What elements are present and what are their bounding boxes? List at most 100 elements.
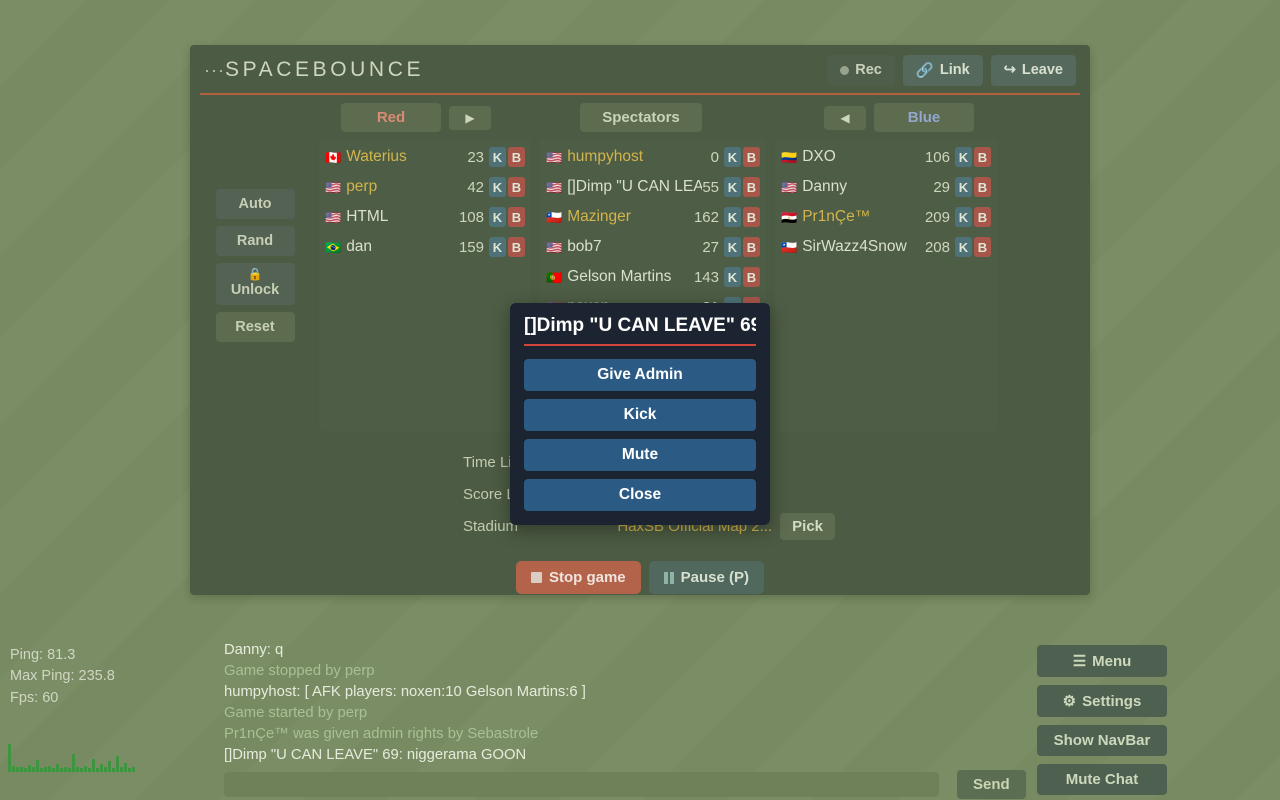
leave-button[interactable]: ↪ Leave (990, 54, 1076, 86)
country-flag-icon: 🇪🇬 (781, 209, 798, 225)
kick-badge[interactable]: K (724, 207, 741, 227)
pick-stadium-button[interactable]: Pick (780, 512, 835, 540)
player-row[interactable]: 🇺🇸[]Dimp "U CAN LEAVE" 6955 KB (546, 172, 760, 202)
kick-badge[interactable]: K (955, 237, 972, 257)
player-row[interactable]: 🇺🇸 bob7 27 K B (546, 232, 760, 262)
menu-button[interactable]: ☰ Menu (1037, 645, 1167, 677)
player-row[interactable]: 🇵🇹 Gelson Martins 143 K B (546, 262, 760, 292)
ban-badge[interactable]: B (743, 177, 760, 197)
move-to-red-icon[interactable]: ▶ (449, 105, 491, 130)
mute-chat-button[interactable]: Mute Chat (1037, 764, 1167, 795)
country-flag-icon: 🇺🇸 (781, 179, 798, 195)
rec-button[interactable]: Rec (827, 54, 895, 86)
chat-message: humpyhost: [ AFK players: noxen:10 Gelso… (224, 684, 586, 700)
kick-badge[interactable]: K (724, 237, 741, 257)
ping-bar (60, 768, 63, 772)
room-name: SPACEBOUNCE (224, 58, 425, 81)
ban-badge[interactable]: B (974, 177, 991, 197)
link-icon: 🔗 (915, 62, 934, 79)
pause-game-button[interactable]: Pause (P) (648, 561, 765, 594)
ban-badge[interactable]: B (974, 237, 991, 257)
player-row[interactable]: 🇧🇷 dan 159 K B (325, 232, 525, 262)
send-button[interactable]: Send (957, 770, 1026, 799)
chat-message: Danny: q (224, 642, 284, 658)
kick-badge[interactable]: K (724, 267, 741, 287)
ping-bar (108, 761, 111, 772)
ping-bar (40, 768, 43, 772)
ban-badge[interactable]: B (508, 207, 525, 227)
ping-bar (12, 766, 15, 772)
player-ping: 108 (458, 208, 484, 226)
settings-button[interactable]: ⚙ Settings (1037, 685, 1167, 717)
kick-badge[interactable]: K (489, 207, 506, 227)
kick-badge[interactable]: K (489, 237, 506, 257)
ban-badge[interactable]: B (743, 147, 760, 167)
ban-badge[interactable]: B (743, 267, 760, 287)
player-row[interactable]: 🇺🇸 perp 42 K B (325, 172, 525, 202)
player-row[interactable]: 🇺🇸 humpyhost 0 K B (546, 142, 760, 172)
player-badges: KB (955, 207, 991, 227)
blue-team-button[interactable]: Blue (874, 103, 974, 132)
ping-bar (52, 768, 55, 772)
unlock-button[interactable]: 🔒 Unlock (215, 263, 295, 306)
player-row[interactable]: 🇨🇦 Waterius 23 K B (325, 142, 525, 172)
player-row[interactable]: 🇨🇱 Mazinger 162 K B (546, 202, 760, 232)
ban-badge[interactable]: B (743, 237, 760, 257)
ping-bar (104, 767, 107, 772)
player-row[interactable]: 🇺🇸 Danny 29 K B (781, 172, 991, 202)
ping-bar (76, 767, 79, 772)
kick-badge[interactable]: K (955, 177, 972, 197)
player-badges: KB (724, 147, 760, 167)
stop-game-button[interactable]: Stop game (515, 561, 641, 594)
ban-badge[interactable]: B (974, 147, 991, 167)
menu-label: Menu (1092, 652, 1132, 670)
kick-badge[interactable]: K (955, 147, 972, 167)
ban-badge[interactable]: B (974, 207, 991, 227)
move-to-blue-icon[interactable]: ◀ (824, 105, 866, 130)
kick-badge[interactable]: K (955, 207, 972, 227)
ban-badge[interactable]: B (743, 207, 760, 227)
ping-bar (64, 767, 67, 772)
player-row[interactable]: 🇨🇴 DXO 106 K B (781, 142, 991, 172)
ping-bar (128, 768, 131, 772)
player-badges: KB (724, 237, 760, 257)
chat-input[interactable] (224, 772, 939, 797)
player-ping: 55 (702, 178, 719, 196)
country-flag-icon: 🇺🇸 (546, 179, 563, 195)
pause-bars-icon (663, 571, 674, 584)
ping-bar (112, 768, 115, 772)
ping-bar (124, 763, 127, 772)
reset-button[interactable]: Reset (215, 312, 295, 343)
close-button[interactable]: Close (524, 479, 756, 511)
kick-badge[interactable]: K (724, 147, 741, 167)
player-action-modal: []Dimp "U CAN LEAVE" 69 Give Admin Kick … (510, 303, 770, 525)
country-flag-icon: 🇺🇸 (546, 149, 563, 165)
ban-badge[interactable]: B (508, 177, 525, 197)
red-team-button[interactable]: Red (341, 103, 441, 132)
auto-button[interactable]: Auto (215, 189, 295, 219)
show-navbar-button[interactable]: Show NavBar (1037, 725, 1167, 756)
kick-badge[interactable]: K (489, 147, 506, 167)
link-button[interactable]: 🔗 Link (902, 54, 983, 86)
ban-badge[interactable]: B (508, 147, 525, 167)
team-controls: Auto Rand 🔒 Unlock Reset (200, 139, 310, 431)
spectators-button[interactable]: Spectators (580, 103, 702, 132)
room-header: ···SPACEBOUNCE Rec 🔗 Link ↪ Leave (190, 45, 1090, 95)
kick-badge[interactable]: K (489, 177, 506, 197)
ping-bar (116, 756, 119, 772)
player-row[interactable]: 🇪🇬 Pr1nÇe™ 209 K B (781, 202, 991, 232)
teams-header: Red ▶ Spectators ◀ Blue (190, 95, 1090, 132)
ping-bar (88, 768, 91, 772)
mute-button[interactable]: Mute (524, 439, 756, 471)
player-row[interactable]: 🇨🇱 SirWazz4Snow 208 K B (781, 232, 991, 262)
kick-badge[interactable]: K (724, 177, 741, 197)
ping-bar (56, 764, 59, 772)
ping-bar (16, 767, 19, 772)
player-row[interactable]: 🇺🇸 HTML 108 K B (325, 202, 525, 232)
player-ping: 159 (458, 238, 484, 256)
give-admin-button[interactable]: Give Admin (524, 359, 756, 391)
kick-button[interactable]: Kick (524, 399, 756, 431)
player-name: DXO (802, 148, 836, 165)
rand-button[interactable]: Rand (215, 226, 295, 256)
ban-badge[interactable]: B (508, 237, 525, 257)
